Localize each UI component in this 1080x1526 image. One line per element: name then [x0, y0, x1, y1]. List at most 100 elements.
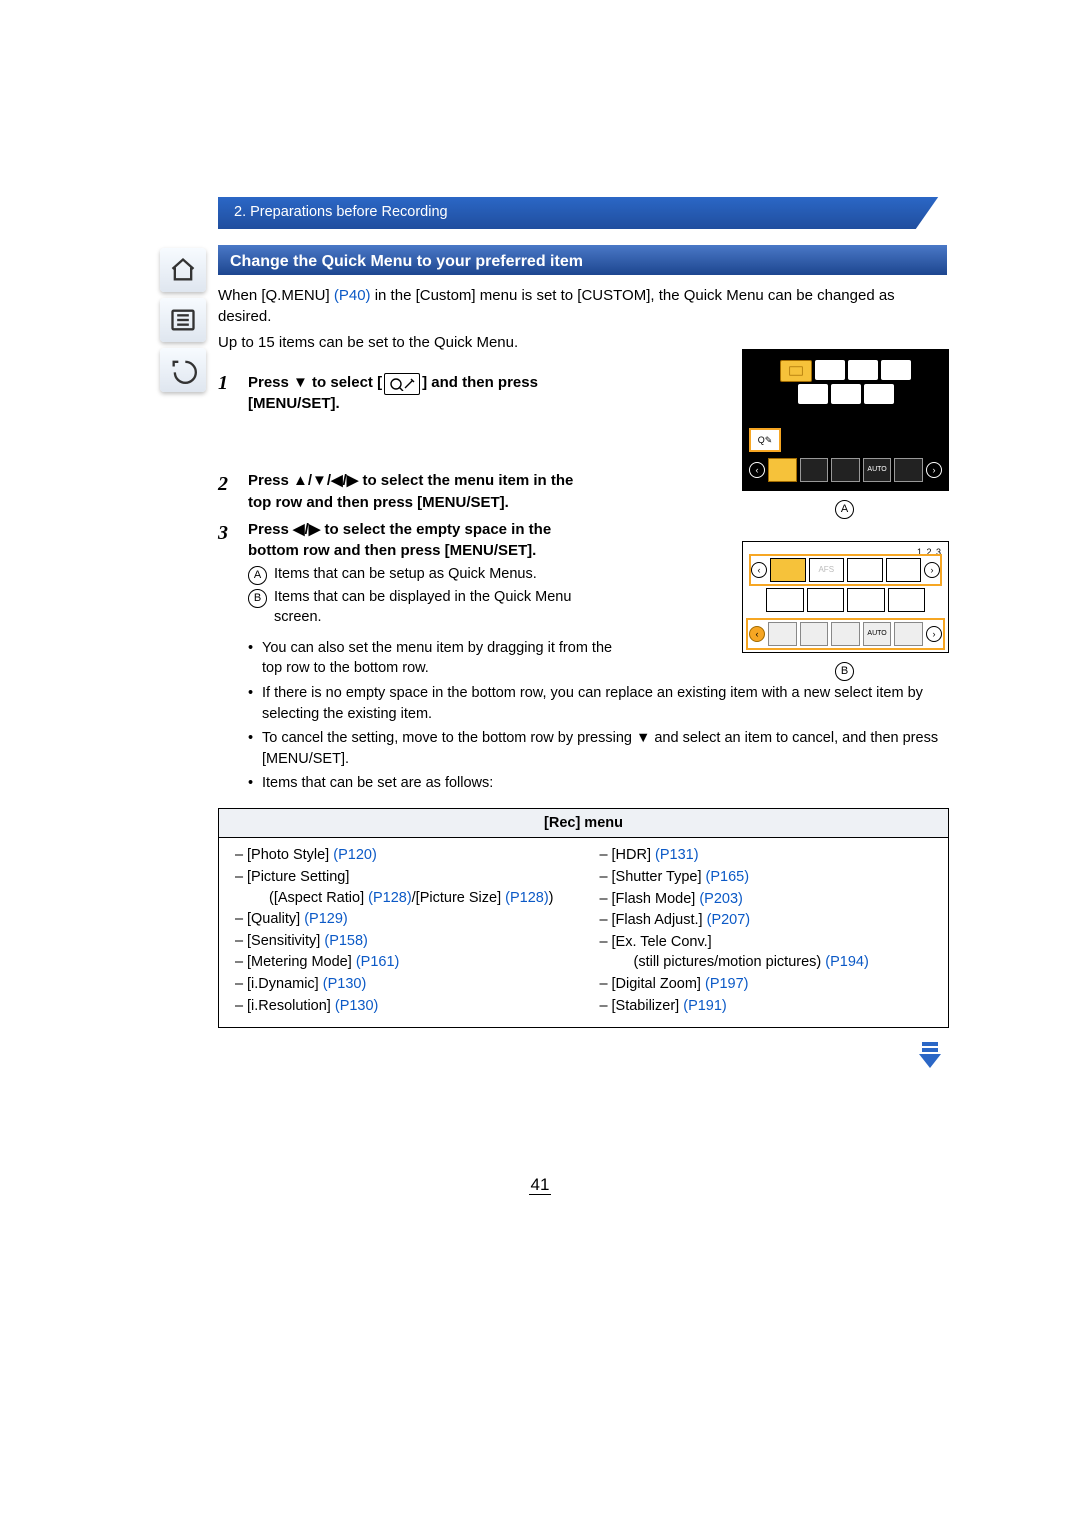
annotation-A: Items that can be setup as Quick Menus. [274, 564, 537, 585]
page-ref-link[interactable]: (P131) [655, 847, 699, 863]
page-number: 41 [0, 1175, 1080, 1195]
page-ref-link[interactable]: (P165) [706, 869, 750, 885]
row3-slot1 [768, 622, 797, 646]
step-2-title: Press ▲/▼/◀/▶ to select the menu item in… [248, 472, 573, 510]
row3-right-arrow: › [926, 626, 942, 642]
page-ref-link[interactable]: (P129) [304, 911, 348, 927]
page-ref-link[interactable]: (P128) [368, 890, 412, 906]
slot-4: AUTO [863, 458, 892, 482]
rec-menu-item: [HDR] (P131) [600, 845, 939, 866]
row3-slot3 [831, 622, 860, 646]
step-1-number: 1 [218, 369, 248, 415]
rec-menu-item: [Flash Adjust.] (P207) [600, 910, 939, 931]
rec-menu-subline: ([Aspect Ratio] (P128)/[Picture Size] (P… [247, 888, 574, 909]
row3-left-arrow: ‹ [749, 626, 765, 642]
home-icon[interactable] [160, 248, 206, 292]
badge-cust [864, 384, 894, 404]
page-ref-link[interactable]: (P197) [705, 976, 749, 992]
section-heading: Change the Quick Menu to your preferred … [218, 245, 947, 275]
rec-menu-item: [Sensitivity] (P158) [235, 931, 574, 952]
bullet-3: To cancel the setting, move to the botto… [248, 728, 947, 769]
rec-menu-table: [Rec] menu [Photo Style] (P120)[Picture … [218, 808, 949, 1028]
annotations: AItems that can be setup as Quick Menus.… [248, 564, 598, 628]
slot-5 [894, 458, 923, 482]
rec-menu-item: [Digital Zoom] (P197) [600, 974, 939, 995]
qmenu-icon [384, 373, 420, 395]
row1-slot3 [847, 558, 883, 582]
page-ref-link[interactable]: (P161) [356, 954, 400, 970]
slot-1 [768, 458, 797, 482]
page-ref-link[interactable]: (P130) [323, 976, 367, 992]
badge-std [780, 360, 812, 382]
page-ref-link[interactable]: (P130) [335, 998, 379, 1014]
back-icon[interactable] [160, 348, 206, 392]
side-nav [160, 248, 210, 398]
illustration-group: Q✎ ‹ AUTO › A 1 2 3 ‹ AFS [742, 349, 947, 681]
badge-scny [798, 384, 828, 404]
rec-menu-item: [Metering Mode] (P161) [235, 952, 574, 973]
intro-text: When [Q.MENU] (P40) in the [Custom] menu… [218, 285, 947, 353]
label-B: B [742, 659, 947, 681]
row1-slot-afs: AFS [809, 558, 845, 582]
breadcrumb: 2. Preparations before Recording [234, 204, 448, 220]
row-B: ‹ AUTO › [749, 621, 942, 646]
step-3-number: 3 [218, 519, 248, 630]
link-p40[interactable]: (P40) [334, 287, 371, 304]
row1-right-arrow: › [924, 562, 940, 578]
page-ref-link[interactable]: (P203) [699, 891, 743, 907]
toc-icon[interactable] [160, 298, 206, 342]
page-ref-link[interactable]: (P194) [825, 954, 869, 970]
badge-vivd [815, 360, 845, 380]
rec-menu-item: [Ex. Tele Conv.] [600, 932, 939, 953]
badge-port [831, 384, 861, 404]
page-ref-link[interactable]: (P207) [707, 912, 751, 928]
rec-menu-col-left: [Photo Style] (P120)[Picture Setting]([A… [219, 838, 584, 1027]
slot-3 [831, 458, 860, 482]
rec-menu-subline: (still pictures/motion pictures) (P194) [612, 952, 939, 973]
badge-mono [881, 360, 911, 380]
screen-illustration-bottom: 1 2 3 ‹ AFS › [742, 541, 949, 653]
rec-menu-item: [Stabilizer] (P191) [600, 996, 939, 1017]
bullet-2: If there is no empty space in the bottom… [248, 683, 947, 724]
row2-slot2 [807, 588, 845, 612]
rec-menu-item: [Photo Style] (P120) [235, 845, 574, 866]
rec-menu-col-right: [HDR] (P131)[Shutter Type] (P165)[Flash … [584, 838, 949, 1027]
nav-right-icon: › [926, 462, 942, 478]
page-ref-link[interactable]: (P120) [333, 847, 377, 863]
continue-arrow-icon [913, 1038, 947, 1078]
bullet-4: Items that can be set are as follows: [248, 773, 947, 794]
row2-slot1 [766, 588, 804, 612]
page-ref-link[interactable]: (P191) [683, 998, 727, 1014]
rec-menu-item: ([Aspect Ratio] (P128)/[Picture Size] (P… [235, 888, 574, 909]
page-ref-link[interactable]: (P128) [505, 890, 549, 906]
bullet-1: You can also set the menu item by draggi… [248, 638, 622, 679]
intro-p1a: When [Q.MENU] [218, 287, 334, 304]
row3-slot5 [894, 622, 923, 646]
bottom-bar: ‹ AUTO › [749, 458, 942, 482]
rec-menu-heading: [Rec] menu [219, 809, 948, 839]
screen-illustration-top: Q✎ ‹ AUTO › [742, 349, 949, 491]
row2-slot3 [847, 588, 885, 612]
annotation-B: Items that can be displayed in the Quick… [274, 587, 598, 628]
rec-menu-item: (still pictures/motion pictures) (P194) [600, 952, 939, 973]
rec-menu-item: [Flash Mode] (P203) [600, 889, 939, 910]
page-ref-link[interactable]: (P158) [324, 933, 368, 949]
rec-menu-item: [Quality] (P129) [235, 909, 574, 930]
label-A: A [742, 497, 947, 519]
step-1-title: Press ▼ to select [] and then press [MEN… [248, 374, 538, 412]
row3-slot4: AUTO [863, 622, 892, 646]
rec-menu-item: [i.Resolution] (P130) [235, 996, 574, 1017]
slot-2 [800, 458, 829, 482]
step-3-title: Press ◀/▶ to select the empty space in t… [248, 521, 551, 559]
row1-slot4 [886, 558, 922, 582]
row1-left-arrow: ‹ [751, 562, 767, 578]
rec-menu-item: [Picture Setting] [235, 867, 574, 888]
main-content: Change the Quick Menu to your preferred … [218, 245, 947, 1028]
section-title: Change the Quick Menu to your preferred … [230, 251, 583, 274]
step-2-number: 2 [218, 470, 248, 513]
row-A: ‹ AFS › [749, 554, 942, 586]
rec-menu-item: [i.Dynamic] (P130) [235, 974, 574, 995]
nav-left-icon: ‹ [749, 462, 765, 478]
badge-nat [848, 360, 878, 380]
rec-menu-item: [Shutter Type] (P165) [600, 867, 939, 888]
